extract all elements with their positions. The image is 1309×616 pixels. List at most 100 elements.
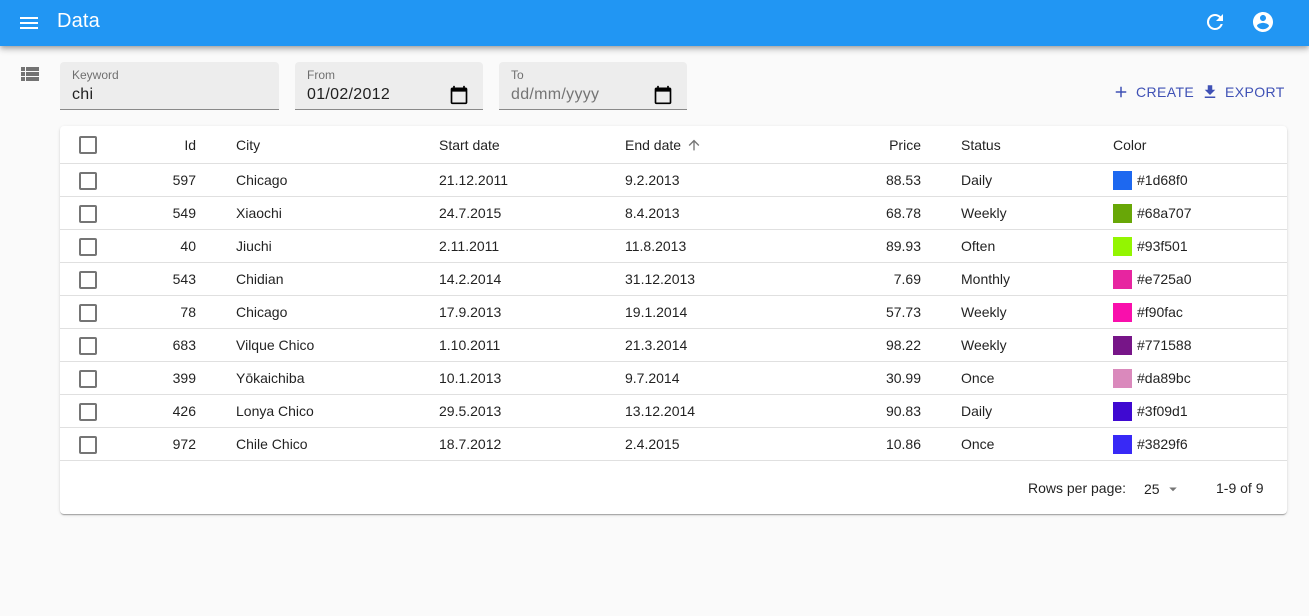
row-checkbox[interactable] xyxy=(79,436,97,454)
cell-end-date: 9.2.2013 xyxy=(625,172,680,188)
cell-id: 549 xyxy=(172,205,196,221)
keyword-label: Keyword xyxy=(72,68,119,82)
cell-color: #68a707 xyxy=(1113,197,1192,229)
cell-color: #e725a0 xyxy=(1113,263,1192,295)
table-row[interactable]: 426 Lonya Chico 29.5.2013 13.12.2014 90.83 Da… xyxy=(60,395,1287,428)
row-checkbox[interactable] xyxy=(79,304,97,322)
cell-end-date: 9.7.2014 xyxy=(625,370,680,386)
color-hex: #93f501 xyxy=(1137,238,1188,254)
row-checkbox[interactable] xyxy=(79,337,97,355)
cell-id: 597 xyxy=(172,172,196,188)
cell-status: Often xyxy=(961,238,996,254)
from-date-field[interactable]: From xyxy=(295,62,483,110)
cell-city: Lonya Chico xyxy=(236,403,314,419)
cell-city: Yōkaichiba xyxy=(236,370,305,386)
cell-start-date: 17.9.2013 xyxy=(439,304,502,320)
calendar-icon[interactable] xyxy=(653,85,673,105)
cell-start-date: 21.12.2011 xyxy=(439,172,509,188)
column-header-end-date-label: End date xyxy=(625,136,682,153)
color-hex: #771588 xyxy=(1137,337,1192,353)
menu-icon[interactable] xyxy=(17,11,41,35)
cell-city: Chidian xyxy=(236,271,284,287)
keyword-input[interactable] xyxy=(72,84,267,106)
table-row[interactable]: 40 Jiuchi 2.11.2011 11.8.2013 89.93 Often #93f… xyxy=(60,230,1287,263)
cell-id: 972 xyxy=(172,436,196,452)
color-hex: #3829f6 xyxy=(1137,436,1188,452)
rows-per-page-select[interactable]: 25 xyxy=(1144,480,1182,498)
cell-color: #3f09d1 xyxy=(1113,395,1188,427)
row-checkbox[interactable] xyxy=(79,271,97,289)
cell-start-date: 18.7.2012 xyxy=(439,436,502,452)
column-header-start-date[interactable]: Start date xyxy=(439,126,500,163)
column-header-id[interactable]: Id xyxy=(160,126,196,163)
color-hex: #da89bc xyxy=(1137,370,1191,386)
row-checkbox[interactable] xyxy=(79,172,97,190)
color-swatch xyxy=(1113,203,1132,223)
column-header-end-date[interactable]: End date xyxy=(625,126,702,163)
cell-city: Jiuchi xyxy=(236,238,272,254)
to-date-field[interactable]: To xyxy=(499,62,687,110)
cell-city: Chile Chico xyxy=(236,436,308,452)
cell-end-date: 31.12.2013 xyxy=(625,271,696,287)
color-swatch xyxy=(1113,236,1132,256)
table-row[interactable]: 972 Chile Chico 18.7.2012 2.4.2015 10.86 Once… xyxy=(60,428,1287,461)
export-button[interactable]: EXPORT xyxy=(1201,80,1285,104)
row-checkbox[interactable] xyxy=(79,370,97,388)
cell-end-date: 13.12.2014 xyxy=(625,403,696,419)
table-row[interactable]: 549 Xiaochi 24.7.2015 8.4.2013 68.78 Weekly #6… xyxy=(60,197,1287,230)
cell-start-date: 29.5.2013 xyxy=(439,403,502,419)
cell-status: Weekly xyxy=(961,337,1007,353)
rows-per-page-label: Rows per page: xyxy=(1028,480,1127,496)
cell-price: 10.86 xyxy=(885,436,921,452)
cell-end-date: 21.3.2014 xyxy=(625,337,688,353)
column-header-city[interactable]: City xyxy=(236,126,260,163)
row-checkbox[interactable] xyxy=(79,238,97,256)
cell-status: Weekly xyxy=(961,205,1007,221)
cell-price: 57.73 xyxy=(885,304,921,320)
cell-city: Chicago xyxy=(236,304,288,320)
table-row[interactable]: 683 Vilque Chico 1.10.2011 21.3.2014 98.22 We… xyxy=(60,329,1287,362)
table-row[interactable]: 543 Chidian 14.2.2014 31.12.2013 7.69 Monthly… xyxy=(60,263,1287,296)
to-label: To xyxy=(511,68,524,82)
view-list-icon[interactable] xyxy=(18,62,42,86)
table-row[interactable]: 597 Chicago 21.12.2011 9.2.2013 88.53 Daily #1… xyxy=(60,164,1287,197)
color-hex: #e725a0 xyxy=(1137,271,1192,287)
cell-id: 78 xyxy=(180,304,196,320)
account-circle-icon[interactable] xyxy=(1251,10,1275,34)
add-icon xyxy=(1115,86,1127,98)
cell-start-date: 2.11.2011 xyxy=(439,238,500,254)
table-row[interactable]: 399 Yōkaichiba 10.1.2013 9.7.2014 30.99 Once #… xyxy=(60,362,1287,395)
app-title: Data xyxy=(57,10,100,32)
color-hex: #3f09d1 xyxy=(1137,403,1188,419)
cell-id: 40 xyxy=(180,238,196,254)
column-header-price[interactable]: Price xyxy=(860,126,921,163)
export-button-label: EXPORT xyxy=(1225,84,1285,100)
cell-color: #f90fac xyxy=(1113,296,1183,328)
calendar-icon[interactable] xyxy=(449,85,469,105)
from-date-input[interactable] xyxy=(307,84,471,106)
select-all-checkbox[interactable] xyxy=(79,136,97,154)
create-button[interactable]: CREATE xyxy=(1112,80,1194,104)
color-swatch xyxy=(1113,269,1132,289)
arrow-upward-icon xyxy=(688,139,700,150)
row-checkbox[interactable] xyxy=(79,403,97,421)
row-checkbox[interactable] xyxy=(79,205,97,223)
color-swatch xyxy=(1113,368,1132,388)
cell-price: 90.83 xyxy=(885,403,921,419)
color-hex: #1d68f0 xyxy=(1137,172,1188,188)
keyword-field[interactable]: Keyword xyxy=(60,62,279,110)
table-pagination: Rows per page: 25 1-9 of 9 xyxy=(60,462,1287,514)
to-date-input[interactable] xyxy=(511,84,675,106)
column-header-color[interactable]: Color xyxy=(1113,126,1146,163)
cell-start-date: 24.7.2015 xyxy=(439,205,502,221)
cell-end-date: 19.1.2014 xyxy=(625,304,688,320)
cell-price: 68.78 xyxy=(885,205,921,221)
column-header-status[interactable]: Status xyxy=(961,126,1001,163)
color-hex: #68a707 xyxy=(1137,205,1192,221)
refresh-icon[interactable] xyxy=(1203,10,1227,34)
cell-end-date: 11.8.2013 xyxy=(625,238,687,254)
table-row[interactable]: 78 Chicago 17.9.2013 19.1.2014 57.73 Weekly #f… xyxy=(60,296,1287,329)
cell-color: #1d68f0 xyxy=(1113,164,1188,196)
cell-color: #da89bc xyxy=(1113,362,1191,394)
table-header-row: Id City Start date End date Price Status… xyxy=(60,126,1287,164)
